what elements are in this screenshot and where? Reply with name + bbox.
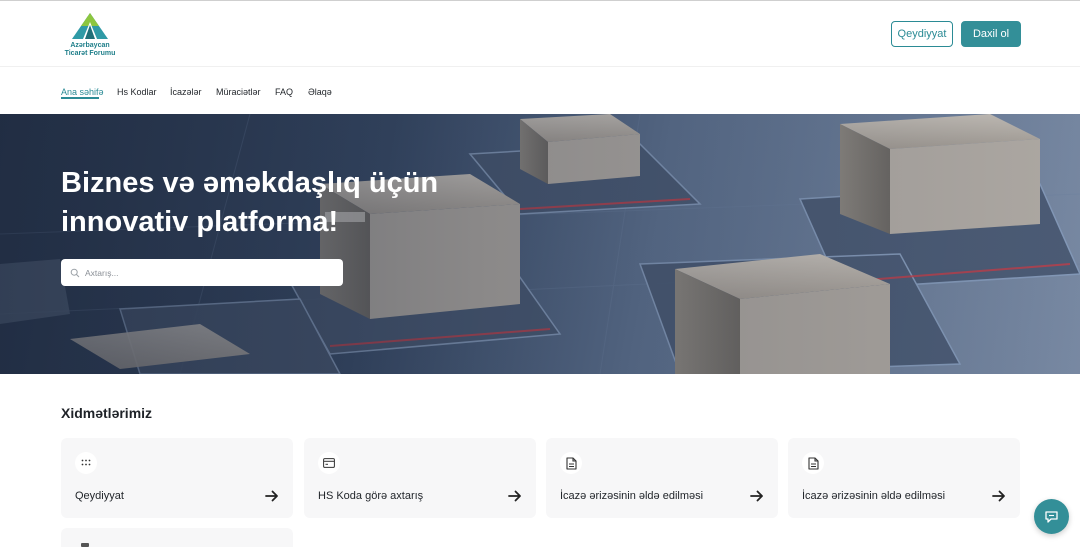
document-icon [560,452,582,474]
service-card-permit-application[interactable]: İcazə ərizəsinin əldə edilməsi [546,438,778,518]
register-button[interactable]: Qeydiyyat [891,21,953,47]
hero-title: Biznes və əməkdaşlıq üçün innovativ plat… [61,164,481,242]
service-card-partial[interactable] [61,528,293,547]
service-card-registration[interactable]: Qeydiyyat [61,438,293,518]
service-card-label: Qeydiyyat [75,490,124,502]
hero-title-line-1: Biznes və əməkdaşlıq üçün [61,167,439,199]
triangle-logo-icon [72,13,108,39]
service-card-hs-search[interactable]: HS Koda görə axtarış [304,438,536,518]
logo-line-2: Ticarət Forumu [64,50,116,57]
nav-item-contact[interactable]: Əlaqə [308,87,332,97]
arrow-right-icon [992,490,1005,502]
header: Azərbaycan Ticarət Forumu Qeydiyyat Daxi… [0,1,1080,67]
nav-item-applications[interactable]: Müraciətlər [216,87,261,97]
login-button[interactable]: Daxil ol [961,21,1021,47]
hero-overlay [0,114,1080,374]
services-title: Xidmətlərimiz [61,405,153,421]
search-icon [70,268,80,277]
nav-item-permits[interactable]: İcazələr [170,87,202,97]
nav-item-hs-codes[interactable]: Hs Kodlar [117,87,157,97]
hero-banner: Biznes və əməkdaşlıq üçün innovativ plat… [0,114,1080,374]
active-nav-indicator [61,97,99,99]
card-icon [318,452,340,474]
logo-line-1: Azərbaycan [70,42,110,49]
nav-item-home[interactable]: Ana səhifə [61,87,104,97]
service-card-permit-application-2[interactable]: İcazə ərizəsinin əldə edilməsi [788,438,1020,518]
arrow-right-icon [750,490,763,502]
arrow-right-icon [265,490,278,502]
document-icon [81,543,89,547]
service-card-label: İcazə ərizəsinin əldə edilməsi [560,490,704,502]
logo[interactable]: Azərbaycan Ticarət Forumu [60,11,120,59]
nav-item-faq[interactable]: FAQ [275,87,293,97]
search-input[interactable] [85,267,325,278]
hero-title-line-2: innovativ platforma! [61,206,339,238]
chat-button[interactable] [1034,499,1069,534]
logo-text: Azərbaycan Ticarət Forumu [60,42,120,58]
main-nav: Ana səhifə Hs Kodlar İcazələr Müraciətlə… [0,67,1080,114]
search-box[interactable] [61,259,343,286]
service-card-label: HS Koda görə axtarış [318,490,424,502]
chat-icon [1045,510,1058,523]
dots-grid-icon [75,452,97,474]
service-card-label: İcazə ərizəsinin əldə edilməsi [802,490,946,502]
document-icon [802,452,824,474]
arrow-right-icon [508,490,521,502]
